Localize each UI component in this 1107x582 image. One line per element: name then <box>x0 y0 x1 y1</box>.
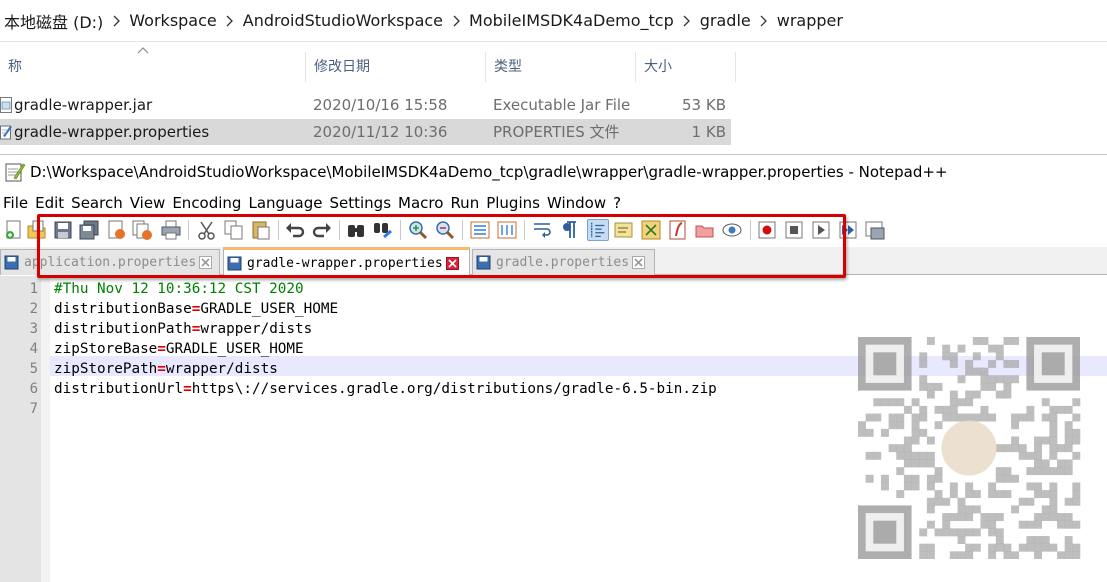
column-date-modified[interactable]: 修改日期 <box>306 52 486 82</box>
assignment-operator: = <box>183 381 192 397</box>
menu-language[interactable]: Language <box>245 191 326 215</box>
file-explorer: 本地磁盘 (D:) Workspace AndroidStudioWorkspa… <box>0 0 1107 154</box>
menu-macro[interactable]: Macro <box>395 191 447 215</box>
qr-code-watermark <box>858 337 1081 559</box>
chevron-right-icon[interactable] <box>105 0 127 42</box>
assignment-operator: = <box>157 341 166 357</box>
jar-file-icon <box>0 97 12 113</box>
file-size: 53 KB <box>682 96 726 114</box>
line-number: 7 <box>29 401 38 417</box>
property-key: zipStoreBase <box>54 341 158 357</box>
saved-file-icon <box>4 255 19 270</box>
property-key: zipStorePath <box>54 361 158 377</box>
code-comment: #Thu Nov 12 10:36:12 CST 2020 <box>54 281 304 297</box>
property-key: distributionUrl <box>54 381 184 397</box>
line-number: 4 <box>29 341 38 357</box>
chevron-right-icon[interactable] <box>676 0 698 42</box>
window-title-bar: D:\Workspace\AndroidStudioWorkspace\Mobi… <box>0 155 1107 189</box>
code-line: distributionBase=GRADLE_USER_HOME <box>54 299 338 319</box>
menu-window[interactable]: Window <box>544 191 610 215</box>
file-name: gradle-wrapper.jar <box>14 96 153 114</box>
menu-view[interactable]: View <box>127 191 170 215</box>
file-name: gradle-wrapper.properties <box>14 123 210 141</box>
code-line: zipStoreBase=GRADLE_USER_HOME <box>54 339 304 359</box>
file-type: Executable Jar File <box>493 96 631 114</box>
file-date: 2020/10/16 15:58 <box>313 96 448 114</box>
file-date: 2020/11/12 10:36 <box>313 123 448 141</box>
file-type: PROPERTIES 文件 <box>493 123 620 141</box>
menu-help[interactable]: ? <box>610 191 625 215</box>
column-type[interactable]: 类型 <box>486 52 636 82</box>
fold-margin[interactable] <box>41 276 50 582</box>
column-size[interactable]: 大小 <box>636 52 736 82</box>
breadcrumb-workspace[interactable]: Workspace <box>127 11 218 30</box>
window-title: D:\Workspace\AndroidStudioWorkspace\Mobi… <box>30 163 948 181</box>
chevron-right-icon[interactable] <box>445 0 467 42</box>
chevron-right-icon[interactable] <box>753 0 775 42</box>
chevron-right-icon[interactable] <box>219 0 241 42</box>
line-number-gutter: 1 2 3 4 5 6 7 <box>0 276 50 582</box>
menu-plugins[interactable]: Plugins <box>483 191 544 215</box>
property-key: distributionPath <box>54 321 192 337</box>
line-number: 5 <box>29 361 38 377</box>
breadcrumb-drive[interactable]: 本地磁盘 (D:) <box>2 9 105 33</box>
property-key: distributionBase <box>54 301 192 317</box>
property-value: GRADLE_USER_HOME <box>165 341 304 357</box>
menu-run[interactable]: Run <box>447 191 483 215</box>
line-number: 1 <box>29 281 38 297</box>
breadcrumb-gradle[interactable]: gradle <box>698 11 753 30</box>
menu-bar: File Edit Search View Encoding Language … <box>0 191 625 215</box>
file-size: 1 KB <box>691 123 726 141</box>
menu-settings[interactable]: Settings <box>327 191 396 215</box>
property-value: https\://services.gradle.org/distributio… <box>191 381 717 397</box>
line-number: 2 <box>29 301 38 317</box>
code-line: distributionPath=wrapper/dists <box>54 319 312 339</box>
breadcrumb: 本地磁盘 (D:) Workspace AndroidStudioWorkspa… <box>0 0 1107 42</box>
property-value: wrapper/dists <box>200 321 313 337</box>
breadcrumb-wrapper[interactable]: wrapper <box>775 11 845 30</box>
property-value: GRADLE_USER_HOME <box>200 301 339 317</box>
code-line: #Thu Nov 12 10:36:12 CST 2020 <box>54 279 304 299</box>
property-value: wrapper/dists <box>165 361 278 377</box>
column-header: 称 修改日期 类型 大小 <box>0 52 736 82</box>
line-number: 3 <box>29 321 38 337</box>
annotation-highlight-box <box>37 214 846 278</box>
column-name[interactable]: 称 <box>0 52 306 82</box>
menu-file[interactable]: File <box>0 191 32 215</box>
breadcrumb-androidstudioworkspace[interactable]: AndroidStudioWorkspace <box>241 11 445 30</box>
assignment-operator: = <box>157 361 166 377</box>
breadcrumb-project[interactable]: MobileIMSDK4aDemo_tcp <box>467 11 676 30</box>
file-row[interactable]: gradle-wrapper.jar 2020/10/16 15:58 Exec… <box>0 92 731 118</box>
menu-edit[interactable]: Edit <box>32 191 68 215</box>
notepad-app-icon <box>5 163 26 182</box>
properties-file-icon <box>0 125 12 140</box>
save-macro-icon[interactable] <box>864 219 886 241</box>
file-row-selected[interactable]: gradle-wrapper.properties 2020/11/12 10:… <box>0 119 731 145</box>
menu-encoding[interactable]: Encoding <box>169 191 245 215</box>
new-file-icon[interactable] <box>3 219 25 241</box>
code-line: zipStorePath=wrapper/dists <box>54 359 278 379</box>
line-number: 6 <box>29 381 38 397</box>
code-line: distributionUrl=https\://services.gradle… <box>54 379 717 399</box>
menu-search[interactable]: Search <box>68 191 127 215</box>
